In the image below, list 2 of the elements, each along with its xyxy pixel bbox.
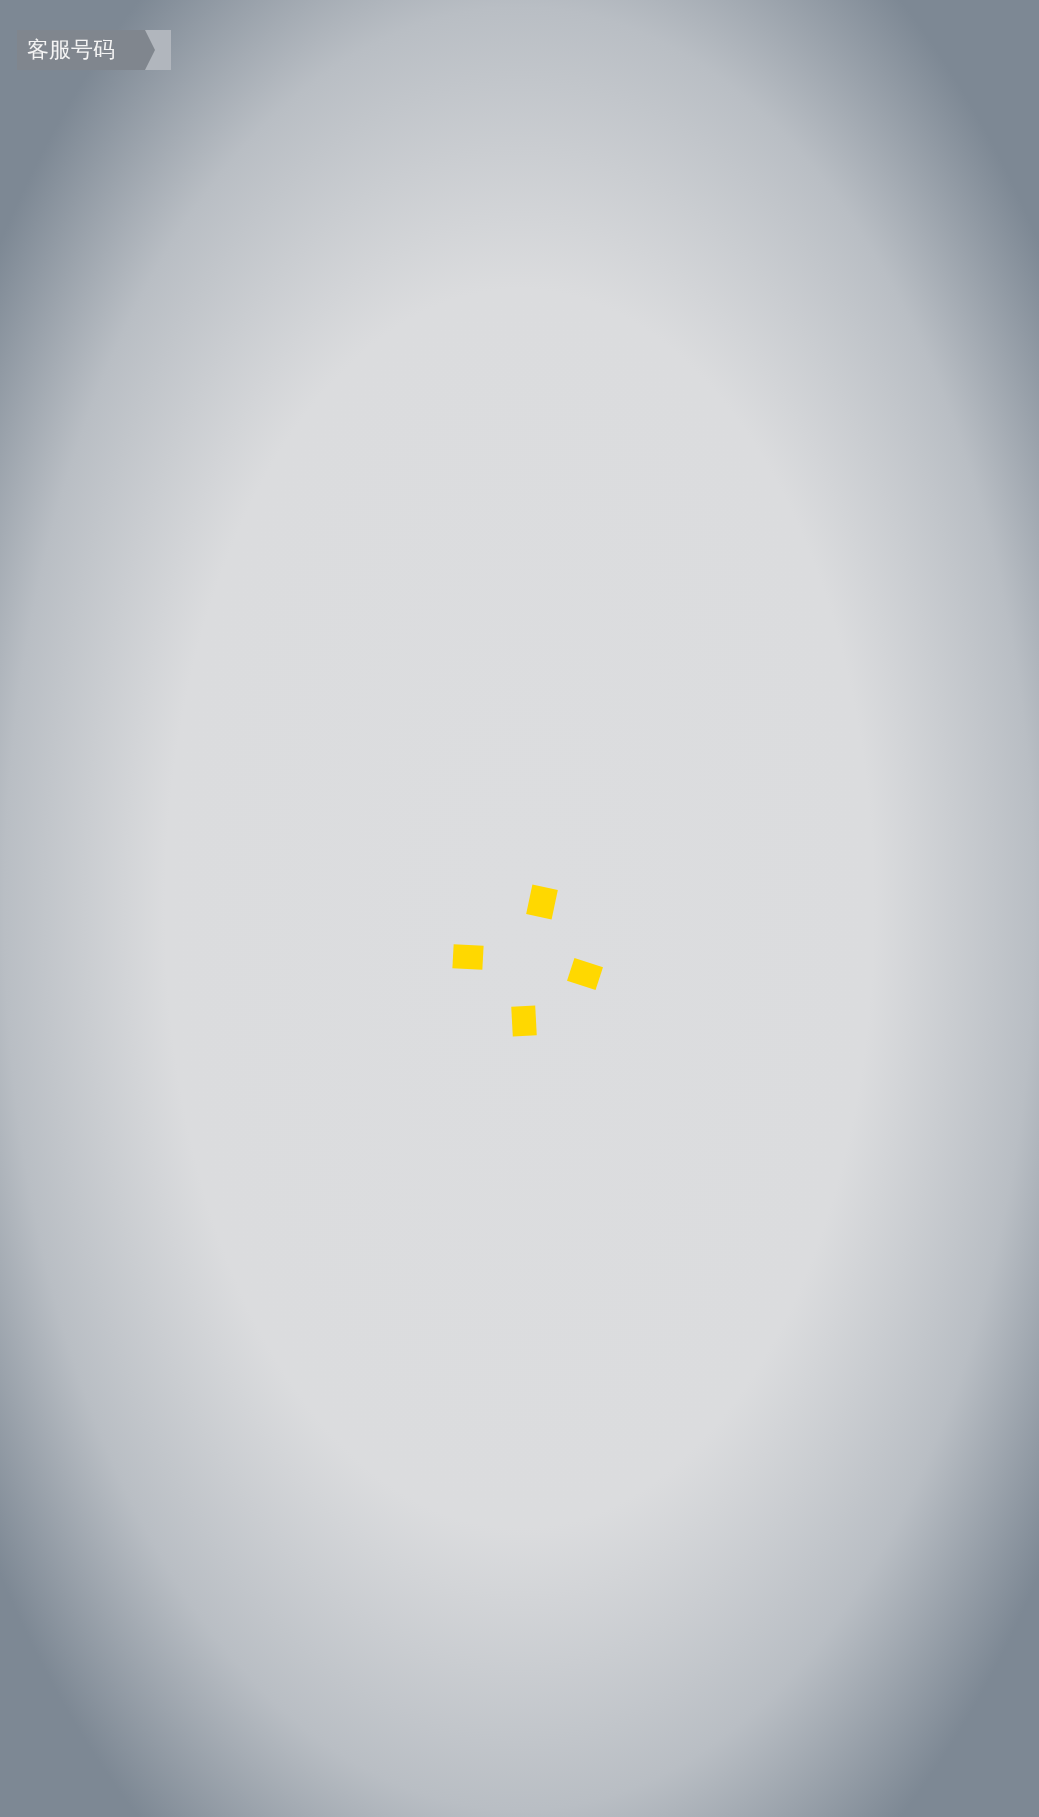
customer-service-button[interactable]: 客服号码 (17, 30, 171, 70)
chevron-tab-icon (145, 30, 171, 70)
